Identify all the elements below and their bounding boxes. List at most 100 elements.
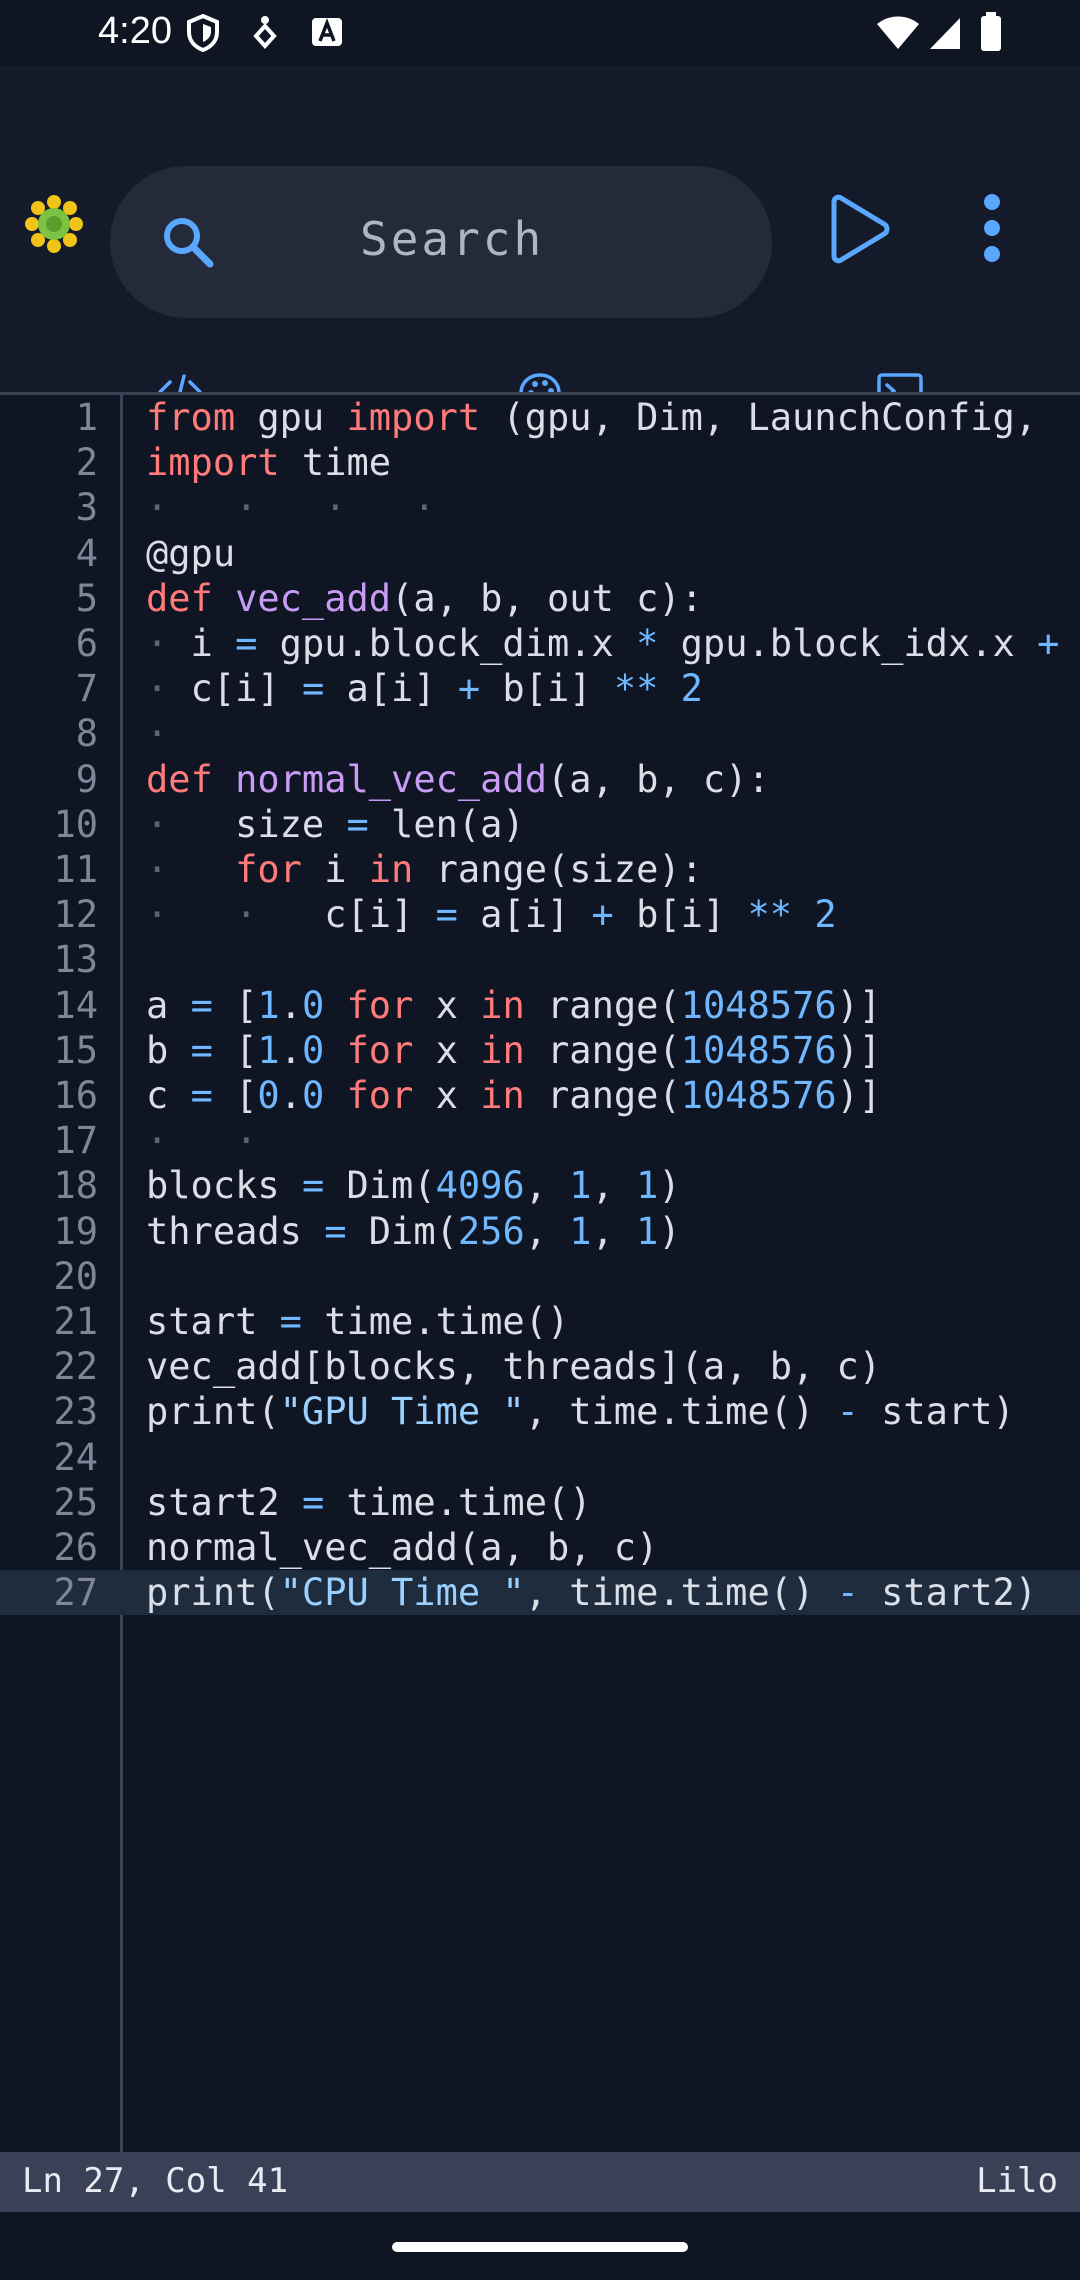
code-line[interactable]: 3 · · · · [0, 485, 1080, 530]
code-line[interactable]: 13 [0, 937, 1080, 982]
line-number: 1 [75, 396, 98, 439]
code-line[interactable]: 4 @gpu [0, 531, 1080, 576]
code-token: range( [524, 983, 681, 1027]
code-line[interactable]: 21 start = time.time() [0, 1299, 1080, 1344]
language-label[interactable]: Lilo [976, 2161, 1058, 2201]
code-token: time [279, 441, 392, 485]
code-line[interactable]: 7 · c[i] = a[i] + b[i] ** 2 [0, 666, 1080, 711]
code-line[interactable]: 14 a = [1.0 for x in range(1048576)] [0, 983, 1080, 1028]
code-token: range( [524, 1028, 681, 1072]
code-line[interactable]: 2 import time [0, 440, 1080, 485]
code-line[interactable]: 12 · · c[i] = a[i] + b[i] ** 2 [0, 892, 1080, 937]
code-line[interactable]: 25 start2 = time.time() [0, 1480, 1080, 1525]
line-number: 11 [53, 848, 98, 891]
code-token: i [301, 848, 369, 891]
line-number: 10 [53, 802, 98, 846]
code-token: range( [524, 1074, 681, 1117]
code-line[interactable]: 23 print("GPU Time ", time.time() - start… [0, 1389, 1080, 1434]
code-token: Dim( [346, 1209, 458, 1253]
run-play-icon[interactable] [826, 194, 892, 264]
code-token: print( [146, 1571, 280, 1615]
code-line[interactable]: 6 · i = gpu.block_dim.x * gpu.block_idx.x… [0, 621, 1080, 666]
code-token: a [146, 983, 191, 1027]
code-token: gpu.block_dim.x [257, 622, 637, 665]
code-token: 1048576 [680, 1028, 837, 1072]
code-token: = [301, 1480, 325, 1524]
code-token: in [480, 1074, 525, 1117]
code-line[interactable]: 18 blocks = Dim(4096, 1, 1) [0, 1163, 1080, 1208]
code-text: b = [1.0 for x in range(1048576)] [146, 1028, 881, 1073]
code-token: ) [658, 1164, 681, 1208]
code-text: · c[i] = a[i] + b[i] ** 2 [146, 666, 703, 711]
code-token: + [1037, 622, 1060, 665]
code-token: c[i] [168, 667, 302, 711]
code-token: for [346, 983, 414, 1027]
code-line[interactable]: 20 [0, 1254, 1080, 1299]
more-options-icon[interactable] [972, 192, 1012, 264]
shield-icon [187, 14, 219, 52]
code-token: 0 [301, 1028, 325, 1072]
code-token: = [235, 622, 258, 665]
code-token: = [346, 802, 369, 846]
code-token: "GPU Time " [279, 1390, 525, 1434]
code-token: from [146, 396, 236, 439]
code-line[interactable]: 9 def normal_vec_add(a, b, c): [0, 757, 1080, 802]
code-line[interactable]: 27 print("CPU Time ", time.time() - start… [0, 1570, 1080, 1616]
code-line[interactable]: 15 b = [1.0 for x in range(1048576)] [0, 1028, 1080, 1073]
line-number: 24 [53, 1435, 98, 1479]
code-token: 1 [569, 1209, 592, 1253]
code-token: print( [146, 1390, 280, 1434]
code-token: - [836, 1390, 859, 1434]
code-token: vec_add[blocks, threads](a, b, c) [146, 1345, 882, 1389]
code-line[interactable]: 26 normal_vec_add(a, b, c) [0, 1525, 1080, 1570]
code-token: "CPU Time " [279, 1571, 525, 1615]
code-token: start2) [858, 1571, 1038, 1615]
line-number: 4 [75, 531, 98, 575]
code-token: gpu [235, 396, 347, 439]
font-icon [312, 18, 342, 46]
signal-icon [930, 18, 960, 49]
wifi-icon [877, 16, 919, 49]
code-token: time.time() [324, 1480, 592, 1524]
code-line[interactable]: 11 · for i in range(size): [0, 847, 1080, 892]
code-token: vec_add [235, 576, 392, 620]
code-line[interactable]: 17 · · [0, 1118, 1080, 1163]
search-bar[interactable]: Search [110, 166, 772, 318]
code-line[interactable]: 5 def vec_add(a, b, out c): [0, 576, 1080, 621]
code-token: = [190, 1028, 213, 1072]
line-number: 12 [53, 893, 98, 937]
code-line[interactable]: 22 vec_add[blocks, threads](a, b, c) [0, 1344, 1080, 1389]
search-placeholder: Search [360, 212, 545, 266]
code-line[interactable]: 24 [0, 1435, 1080, 1480]
code-token: 1 [636, 1209, 659, 1253]
code-token: for [346, 1074, 414, 1117]
code-text: a = [1.0 for x in range(1048576)] [146, 983, 881, 1028]
code-line[interactable]: 10 · size = len(a) [0, 802, 1080, 847]
code-text: · i = gpu.block_dim.x * gpu.block_idx.x … [146, 621, 1059, 666]
line-number: 21 [53, 1300, 98, 1343]
code-text: def vec_add(a, b, out c): [146, 576, 703, 621]
code-token: 0 [301, 983, 325, 1027]
code-token: ** [747, 893, 793, 937]
code-token: . [279, 1028, 302, 1072]
code-token: c[i] [257, 893, 436, 937]
code-token: a[i] [324, 667, 458, 711]
cursor-position: Ln 27, Col 41 [22, 2161, 289, 2201]
home-gesture-handle[interactable] [392, 2242, 688, 2252]
code-editor[interactable]: 1 from gpu import (gpu, Dim, LaunchConfig… [0, 395, 1080, 2152]
code-line[interactable]: 8 · [0, 711, 1080, 756]
code-token: i [168, 622, 236, 665]
code-token: = [435, 893, 458, 937]
code-token: normal_vec_add [235, 757, 547, 801]
code-text: start2 = time.time() [146, 1480, 592, 1525]
code-line[interactable]: 16 c = [0.0 for x in range(1048576)] [0, 1073, 1080, 1118]
code-text: @gpu [146, 531, 235, 576]
code-line[interactable]: 1 from gpu import (gpu, Dim, LaunchConfig… [0, 395, 1080, 440]
code-token: Dim( [324, 1164, 436, 1208]
code-token: @gpu [146, 531, 236, 575]
code-token: 1 [636, 1164, 659, 1208]
code-line[interactable]: 19 threads = Dim(256, 1, 1) [0, 1209, 1080, 1254]
